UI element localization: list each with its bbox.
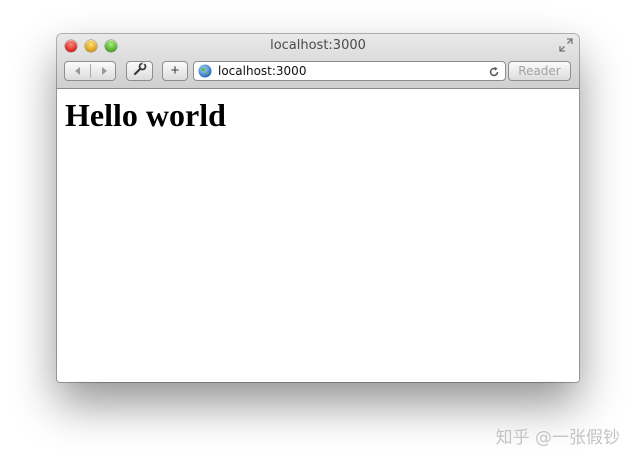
wrench-icon [133,61,147,81]
page-heading: Hello world [65,97,226,133]
watermark-text: 知乎 @一张假钞 [495,428,620,448]
address-bar[interactable]: localhost:3000 [193,61,506,81]
tools-button[interactable] [126,61,153,81]
back-forward-buttons [64,61,116,81]
reload-icon[interactable] [488,65,500,77]
browser-toolbar: localhost:3000 + localhost:3000 Reader [57,34,579,89]
globe-icon [198,64,212,78]
url-text[interactable]: localhost:3000 [218,64,306,78]
fullscreen-icon[interactable] [559,38,573,52]
forward-arrow-icon[interactable] [91,62,116,80]
add-bookmark-button[interactable]: + [162,61,188,81]
browser-window: localhost:3000 + localhost:3000 Reader H… [57,34,579,382]
reader-button[interactable]: Reader [508,61,571,81]
page-content: Hello world [57,89,579,382]
window-title: localhost:3000 [270,38,366,53]
back-arrow-icon[interactable] [65,62,90,80]
